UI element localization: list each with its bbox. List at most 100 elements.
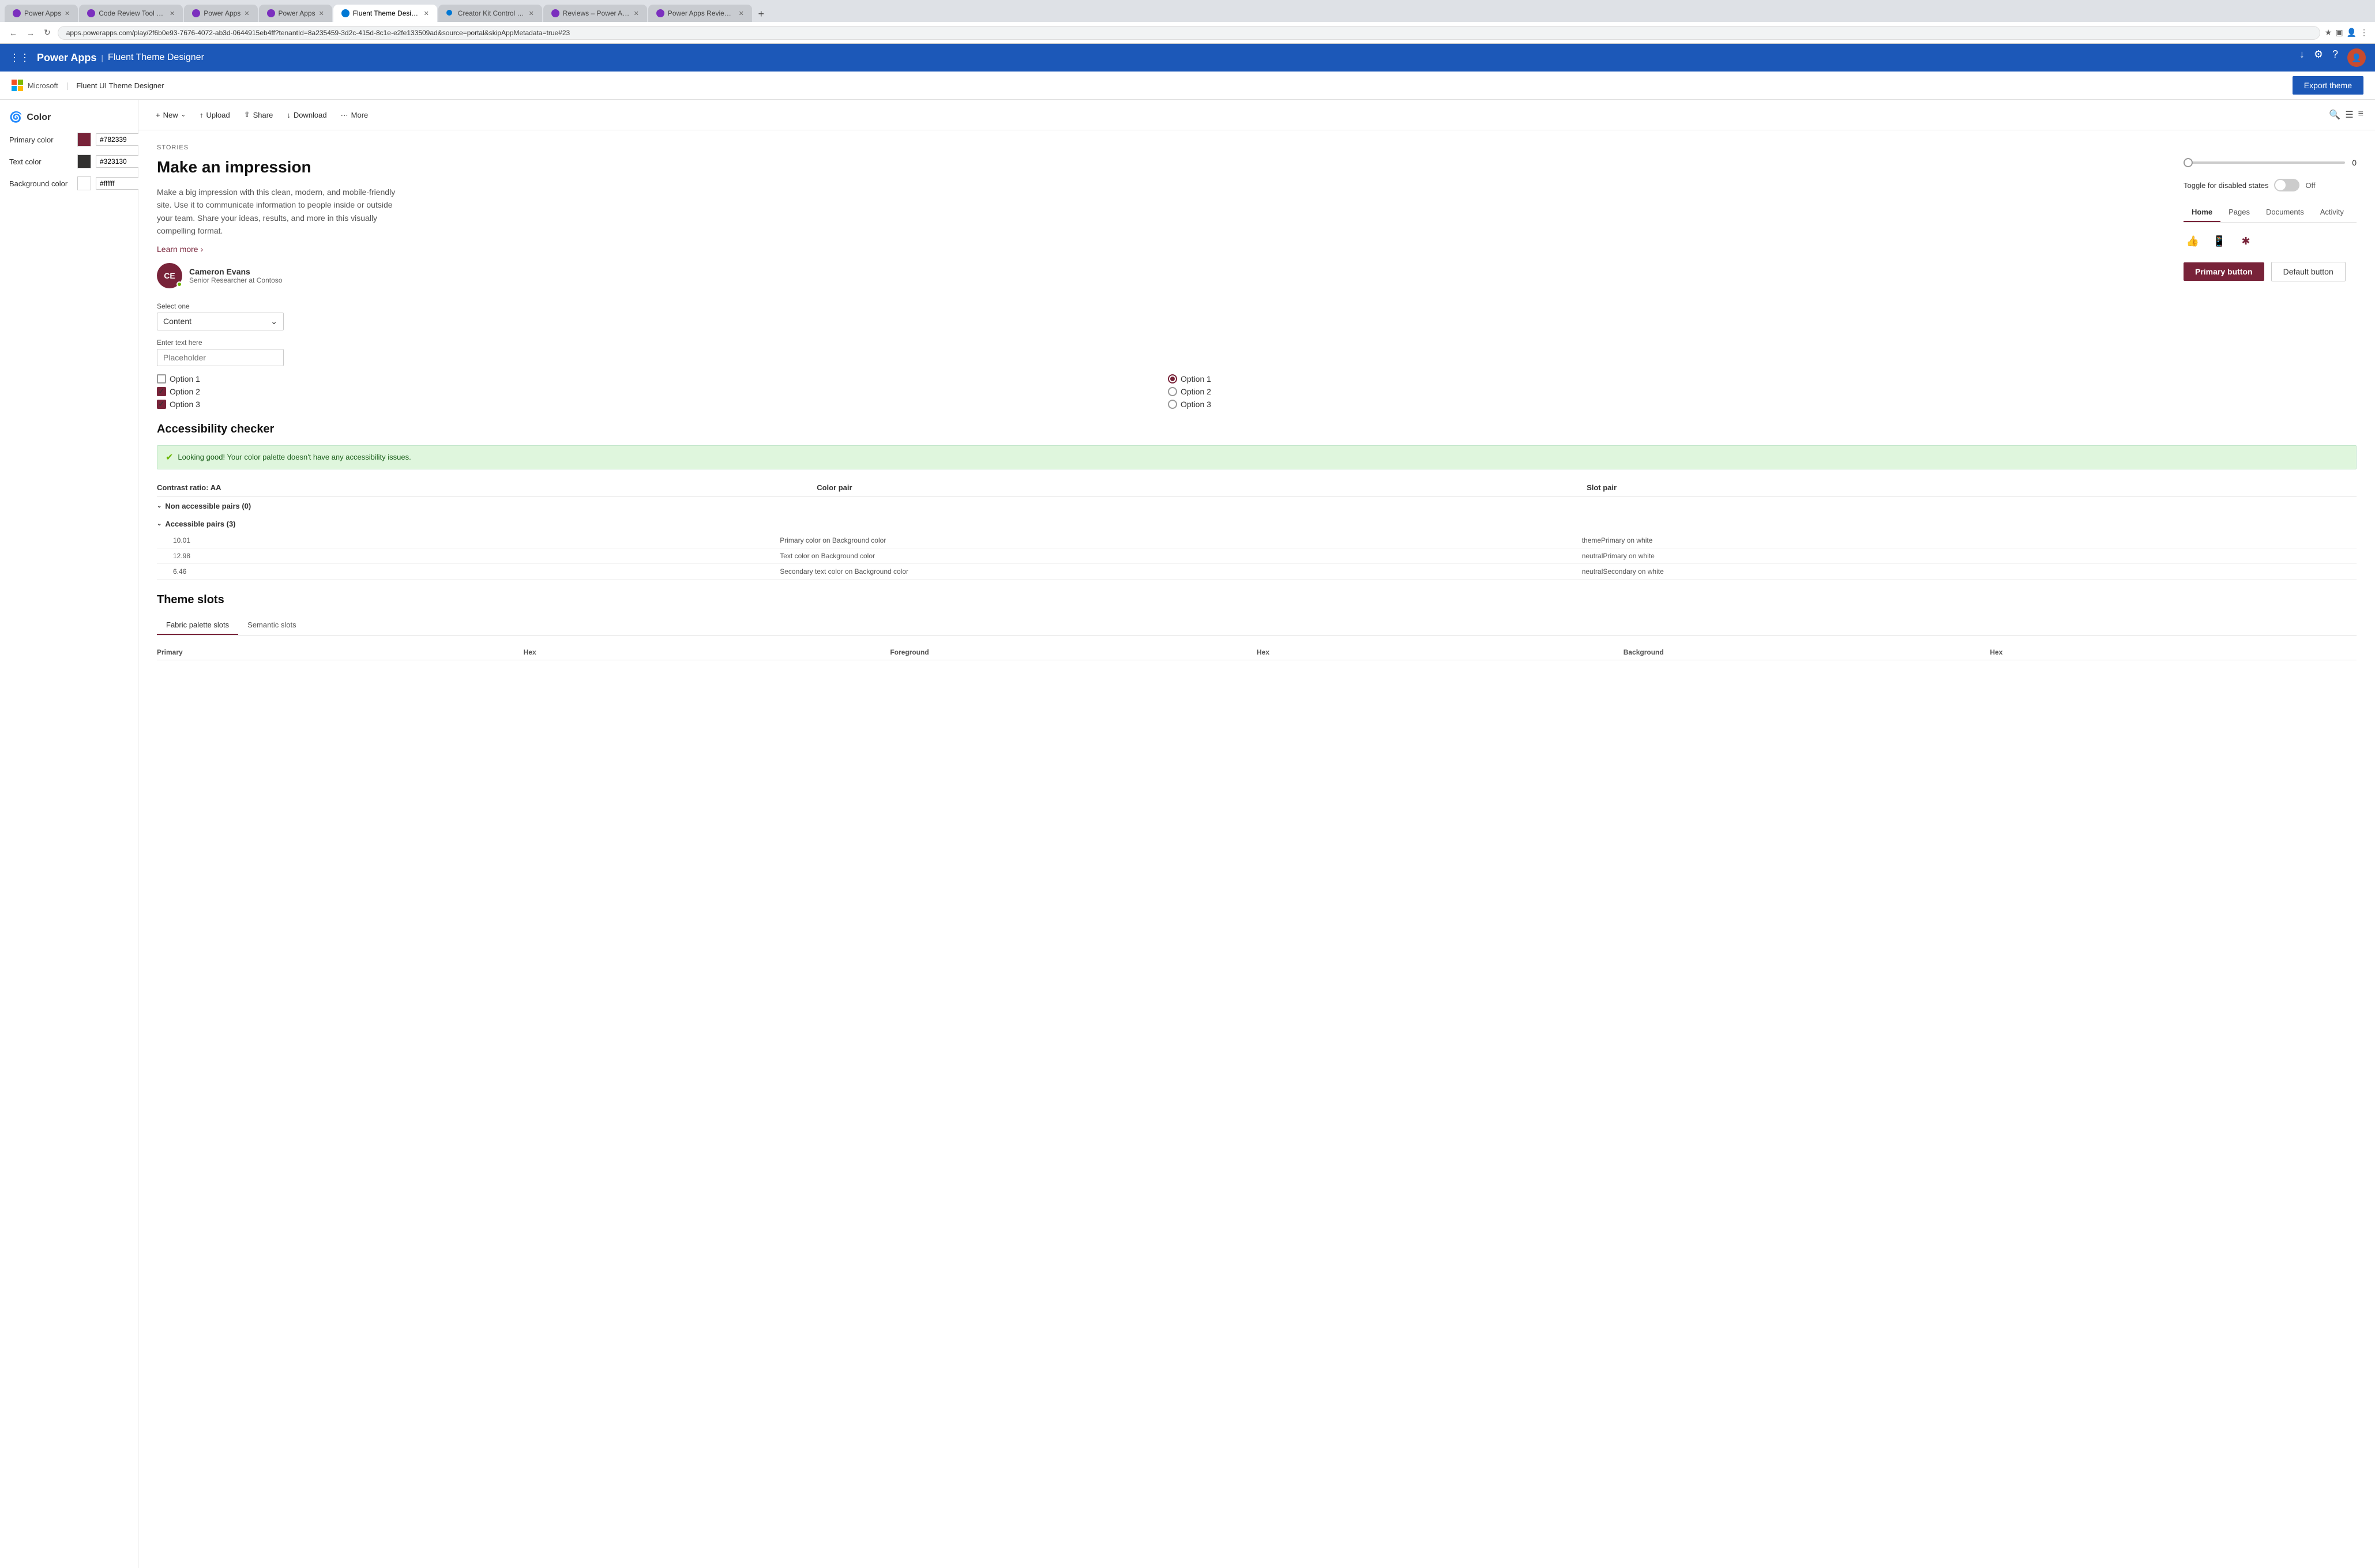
- tab-5-close[interactable]: ✕: [424, 10, 429, 17]
- non-accessible-section[interactable]: ⌄ Non accessible pairs (0): [157, 497, 2357, 515]
- export-theme-button[interactable]: Export theme: [2293, 76, 2363, 95]
- upload-button[interactable]: ↑ Upload: [194, 107, 236, 123]
- radio-option-2[interactable]: Option 2: [1168, 387, 2165, 396]
- bookmark-icon[interactable]: ★: [2325, 28, 2332, 37]
- checkbox-1[interactable]: [157, 374, 166, 383]
- filter-icon[interactable]: ☰: [2345, 109, 2353, 121]
- semantic-slots-tab[interactable]: Semantic slots: [238, 616, 306, 635]
- radio-3[interactable]: [1168, 400, 1177, 409]
- ms-label: Microsoft: [28, 81, 58, 90]
- default-button[interactable]: Default button: [2271, 262, 2346, 281]
- url-bar[interactable]: apps.powerapps.com/play/2f6b0e93-7676-40…: [58, 26, 2320, 40]
- tab-4-favicon: [267, 9, 275, 17]
- tab-8[interactable]: Power Apps Review Tool ... ✕: [648, 5, 752, 22]
- app-download-icon[interactable]: ↓: [2299, 48, 2305, 67]
- tab-6-label: Creator Kit Control Refere...: [458, 9, 525, 17]
- tab-4[interactable]: Power Apps ✕: [259, 5, 332, 22]
- tab-5[interactable]: Fluent Theme Designer -... ✕: [333, 5, 437, 22]
- select-dropdown[interactable]: Content ⌄: [157, 313, 284, 330]
- radio-option-3[interactable]: Option 3: [1168, 400, 2165, 409]
- text-input-label: Enter text here: [157, 339, 2165, 347]
- learn-more-text: Learn more: [157, 245, 198, 254]
- tab-4-close[interactable]: ✕: [319, 10, 324, 17]
- profile-icon[interactable]: 👤: [2347, 28, 2357, 37]
- download-button[interactable]: ↓ Download: [281, 107, 332, 123]
- slider-value: 0: [2352, 158, 2357, 167]
- share-button[interactable]: ⇧ Share: [238, 107, 279, 123]
- menu-icon[interactable]: ⋮: [2360, 28, 2368, 37]
- tab-3[interactable]: Power Apps ✕: [184, 5, 257, 22]
- tab-pages[interactable]: Pages: [2220, 203, 2258, 222]
- select-value: Content: [163, 317, 191, 326]
- app-settings-icon[interactable]: ⚙: [2314, 48, 2323, 67]
- forward-button[interactable]: →: [24, 26, 37, 40]
- grid-icon[interactable]: ⋮⋮: [9, 52, 30, 64]
- app-help-icon[interactable]: ?: [2332, 48, 2338, 67]
- background-color-label: Background color: [9, 179, 73, 188]
- tab-1-close[interactable]: ✕: [65, 10, 70, 17]
- tab-1[interactable]: Power Apps ✕: [5, 5, 78, 22]
- checkbox-option-2[interactable]: ✓ Option 2: [157, 387, 1154, 396]
- reload-button[interactable]: ↻: [42, 25, 53, 40]
- fabric-palette-tab[interactable]: Fabric palette slots: [157, 616, 238, 635]
- checkbox-2[interactable]: ✓: [157, 387, 166, 396]
- more-button[interactable]: ··· More: [335, 107, 374, 123]
- tab-6-close[interactable]: ✕: [529, 10, 534, 17]
- avatar: CE: [157, 263, 182, 288]
- checkbox-3-label: Option 3: [170, 400, 200, 409]
- radio-3-label: Option 3: [1181, 400, 1211, 409]
- sidebar-title: Color: [27, 112, 51, 123]
- radio-option-1[interactable]: Option 1: [1168, 374, 2165, 383]
- tab-3-close[interactable]: ✕: [244, 10, 249, 17]
- tab-documents[interactable]: Documents: [2258, 203, 2312, 222]
- toggle[interactable]: [2274, 179, 2299, 191]
- slider[interactable]: [2184, 161, 2345, 164]
- checkbox-option-3[interactable]: ✓ Option 3: [157, 400, 1154, 409]
- primary-color-label: Primary color: [9, 136, 73, 144]
- tab-8-close[interactable]: ✕: [739, 10, 744, 17]
- primary-button[interactable]: Primary button: [2184, 262, 2264, 281]
- ms-logo: Microsoft | Fluent UI Theme Designer: [12, 80, 164, 91]
- left-col: Make an impression Make a big impression…: [157, 158, 2165, 409]
- tab-7-close[interactable]: ✕: [634, 10, 639, 17]
- slot-header-hex-1: Hex: [524, 648, 890, 656]
- text-color-swatch[interactable]: [77, 155, 91, 168]
- checkbox-option-1[interactable]: Option 1: [157, 374, 1154, 383]
- tab-7[interactable]: Reviews – Power Apps ✕: [543, 5, 647, 22]
- text-input[interactable]: [157, 349, 284, 366]
- tab-2[interactable]: Code Review Tool Experim... ✕: [79, 5, 183, 22]
- mobile-icon[interactable]: 📱: [2210, 232, 2229, 250]
- search-icon[interactable]: 🔍: [2329, 109, 2340, 121]
- learn-more-link[interactable]: Learn more ›: [157, 245, 2165, 254]
- background-color-swatch[interactable]: [77, 176, 91, 190]
- preview-body-text: Make a big impression with this clean, m…: [157, 186, 399, 238]
- list-icon[interactable]: ≡: [2358, 109, 2363, 121]
- tab-activity[interactable]: Activity: [2312, 203, 2352, 222]
- extension-icon[interactable]: ▣: [2335, 28, 2343, 37]
- button-row: Primary button Default button: [2184, 262, 2357, 281]
- avatar-online-dot: [176, 281, 182, 287]
- learn-more-chevron-icon: ›: [201, 245, 204, 254]
- tab-2-close[interactable]: ✕: [170, 10, 175, 17]
- toggle-state-label: Off: [2305, 181, 2315, 190]
- checkbox-3[interactable]: ✓: [157, 400, 166, 409]
- new-button[interactable]: + New ⌄: [150, 107, 191, 123]
- primary-color-swatch[interactable]: [77, 133, 91, 146]
- app-avatar[interactable]: 👤: [2347, 48, 2366, 67]
- tab-home[interactable]: Home: [2184, 203, 2220, 222]
- accessible-section[interactable]: ⌄ Accessible pairs (3): [157, 515, 2357, 533]
- asterisk-icon[interactable]: ✱: [2237, 232, 2255, 250]
- theme-slots-title: Theme slots: [157, 593, 2357, 607]
- new-icon: +: [156, 111, 160, 119]
- avatar-name: Cameron Evans: [189, 267, 282, 276]
- thumbs-up-icon[interactable]: 👍: [2184, 232, 2202, 250]
- acc-header-slot-pair: Slot pair: [1587, 483, 2357, 492]
- radio-2[interactable]: [1168, 387, 1177, 396]
- radio-1[interactable]: [1168, 374, 1177, 383]
- new-tab-button[interactable]: +: [753, 6, 769, 22]
- back-button[interactable]: ←: [7, 26, 20, 40]
- form-controls: Select one Content ⌄ Enter text here: [157, 302, 2165, 409]
- share-icon: ⇧: [244, 110, 250, 119]
- main-layout: 🌀 Color Primary color Text color Backgro…: [0, 100, 2375, 1568]
- tab-6[interactable]: Creator Kit Control Refere... ✕: [438, 5, 542, 22]
